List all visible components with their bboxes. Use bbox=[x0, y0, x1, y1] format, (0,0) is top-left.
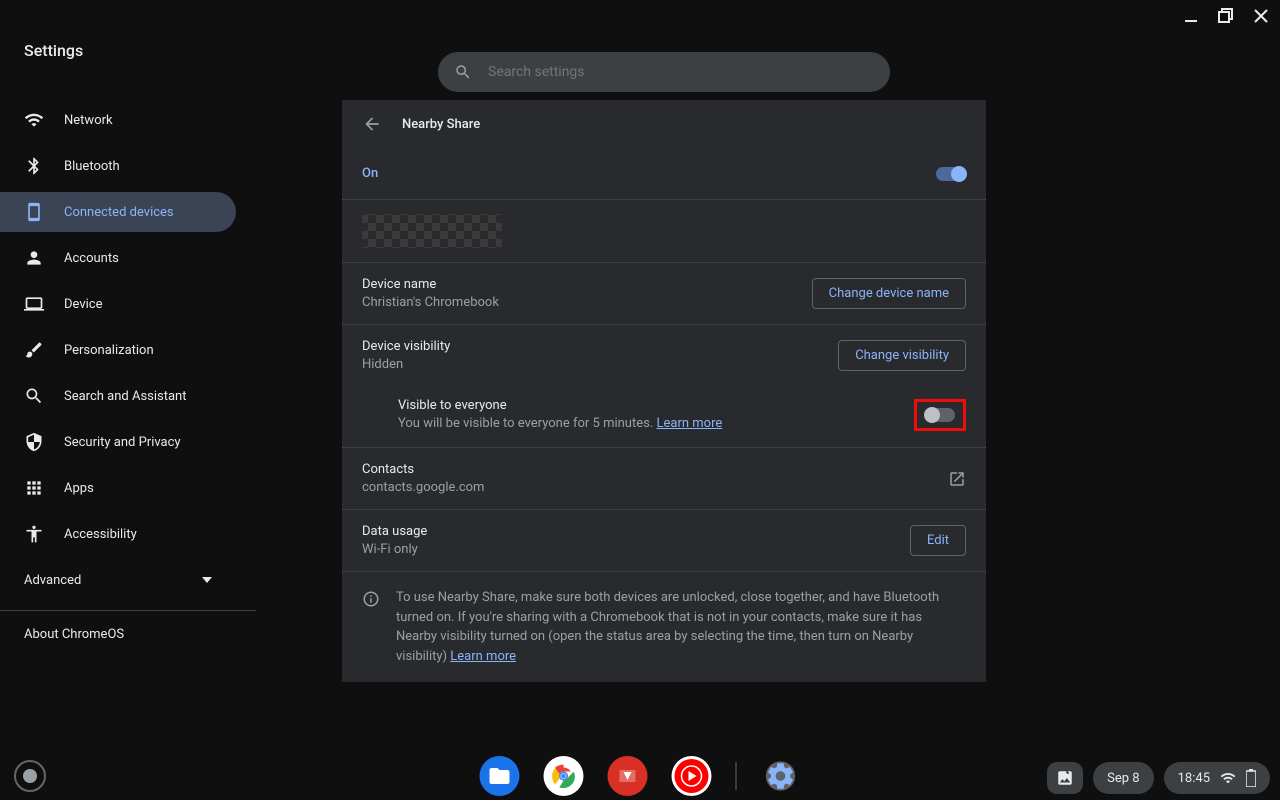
chrome-app-icon[interactable] bbox=[544, 756, 584, 796]
device-name-value: Christian's Chromebook bbox=[362, 295, 499, 310]
launcher-button[interactable] bbox=[14, 760, 46, 792]
visibility-value: Hidden bbox=[362, 357, 450, 372]
laptop-icon bbox=[24, 294, 44, 314]
search-icon bbox=[24, 386, 44, 406]
search-box[interactable] bbox=[438, 52, 890, 92]
visible-everyone-toggle[interactable] bbox=[925, 408, 955, 422]
change-visibility-button[interactable]: Change visibility bbox=[838, 340, 966, 371]
sidebar-item-accessibility[interactable]: Accessibility bbox=[0, 514, 256, 554]
info-note: To use Nearby Share, make sure both devi… bbox=[342, 572, 986, 682]
sidebar-item-label: Bluetooth bbox=[64, 159, 120, 174]
learn-more-link[interactable]: Learn more bbox=[450, 649, 516, 664]
shield-icon bbox=[24, 432, 44, 452]
search-input[interactable] bbox=[488, 64, 874, 80]
shelf-time: 18:45 bbox=[1178, 771, 1210, 786]
wifi-status-icon bbox=[1220, 770, 1236, 786]
nearby-share-toggle[interactable] bbox=[936, 167, 966, 181]
back-icon[interactable] bbox=[362, 114, 382, 134]
shelf-date[interactable]: Sep 8 bbox=[1093, 762, 1153, 794]
row-device-name: Device name Christian's Chromebook Chang… bbox=[342, 263, 986, 325]
data-usage-value: Wi-Fi only bbox=[362, 542, 427, 557]
sidebar-item-security-privacy[interactable]: Security and Privacy bbox=[0, 422, 256, 462]
files-app-icon[interactable] bbox=[480, 756, 520, 796]
main-header: Nearby Share bbox=[342, 100, 986, 148]
sidebar-item-label: Accounts bbox=[64, 251, 119, 266]
accessibility-icon bbox=[24, 524, 44, 544]
wifi-icon bbox=[24, 110, 44, 130]
chevron-down-icon bbox=[202, 577, 212, 583]
shelf: Sep 8 18:45 bbox=[0, 752, 1280, 800]
row-contacts[interactable]: Contacts contacts.google.com bbox=[342, 448, 986, 510]
advanced-label: Advanced bbox=[24, 573, 81, 588]
settings-app-icon[interactable] bbox=[761, 756, 801, 796]
bluetooth-icon bbox=[24, 156, 44, 176]
sidebar-item-search-assistant[interactable]: Search and Assistant bbox=[0, 376, 256, 416]
shelf-status[interactable]: 18:45 bbox=[1164, 762, 1270, 794]
highlight-box bbox=[914, 399, 966, 431]
sidebar-item-label: Search and Assistant bbox=[64, 389, 187, 404]
youtube-music-app-icon[interactable] bbox=[672, 756, 712, 796]
brush-icon bbox=[24, 340, 44, 360]
sidebar-item-label: Network bbox=[64, 113, 113, 128]
row-visible-everyone: Visible to everyone You will be visible … bbox=[342, 386, 986, 448]
sidebar-item-label: Accessibility bbox=[64, 527, 137, 542]
visibility-label: Device visibility bbox=[362, 339, 450, 354]
screenshot-button[interactable] bbox=[1047, 762, 1083, 794]
main-title: Nearby Share bbox=[402, 117, 480, 132]
search-icon bbox=[454, 63, 472, 81]
page-title: Settings bbox=[24, 41, 83, 60]
external-link-icon bbox=[948, 470, 966, 488]
main-panel: Nearby Share On Device name Christian's … bbox=[342, 100, 986, 682]
edit-data-usage-button[interactable]: Edit bbox=[910, 525, 966, 556]
visible-everyone-label: Visible to everyone bbox=[398, 398, 722, 413]
info-icon bbox=[362, 590, 380, 666]
about-label: About ChromeOS bbox=[24, 627, 124, 642]
visible-everyone-desc: You will be visible to everyone for 5 mi… bbox=[398, 416, 722, 431]
device-name-label: Device name bbox=[362, 277, 499, 292]
divider bbox=[0, 610, 256, 611]
info-text: To use Nearby Share, make sure both devi… bbox=[396, 588, 966, 666]
shelf-apps bbox=[480, 756, 801, 796]
sidebar-item-personalization[interactable]: Personalization bbox=[0, 330, 256, 370]
row-data-usage: Data usage Wi-Fi only Edit bbox=[342, 510, 986, 572]
phone-icon bbox=[24, 202, 44, 222]
learn-more-link[interactable]: Learn more bbox=[656, 416, 722, 431]
sidebar-item-label: Connected devices bbox=[64, 205, 174, 220]
sidebar-item-device[interactable]: Device bbox=[0, 284, 256, 324]
data-usage-label: Data usage bbox=[362, 524, 427, 539]
sidebar-item-apps[interactable]: Apps bbox=[0, 468, 256, 508]
censored-content bbox=[362, 214, 502, 248]
shelf-divider bbox=[736, 762, 737, 790]
on-label: On bbox=[362, 166, 378, 181]
sidebar-about[interactable]: About ChromeOS bbox=[0, 627, 256, 642]
sidebar-item-label: Personalization bbox=[64, 343, 154, 358]
row-on: On bbox=[342, 148, 986, 200]
sidebar-item-label: Device bbox=[64, 297, 103, 312]
change-device-name-button[interactable]: Change device name bbox=[812, 278, 966, 309]
row-account-censored bbox=[342, 200, 986, 263]
sidebar-item-label: Apps bbox=[64, 481, 94, 496]
person-icon bbox=[24, 248, 44, 268]
app-icon-3[interactable] bbox=[608, 756, 648, 796]
contacts-label: Contacts bbox=[362, 462, 484, 477]
sidebar-item-accounts[interactable]: Accounts bbox=[0, 238, 256, 278]
apps-icon bbox=[24, 478, 44, 498]
battery-status-icon bbox=[1246, 769, 1256, 787]
sidebar-item-network[interactable]: Network bbox=[0, 100, 256, 140]
row-visibility: Device visibility Hidden Change visibili… bbox=[342, 325, 986, 386]
sidebar-item-bluetooth[interactable]: Bluetooth bbox=[0, 146, 256, 186]
sidebar-item-label: Security and Privacy bbox=[64, 435, 181, 450]
sidebar-item-connected-devices[interactable]: Connected devices bbox=[0, 192, 236, 232]
sidebar-advanced[interactable]: Advanced bbox=[0, 560, 236, 600]
contacts-value: contacts.google.com bbox=[362, 480, 484, 495]
sidebar: Network Bluetooth Connected devices Acco… bbox=[0, 100, 256, 748]
